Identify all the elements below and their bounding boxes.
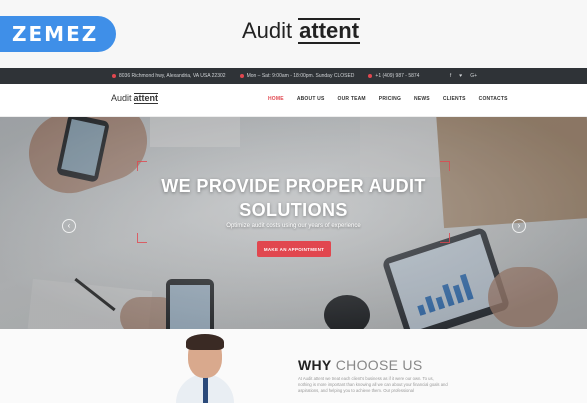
- facebook-icon[interactable]: f: [450, 73, 451, 79]
- nav-item-our-team[interactable]: OUR TEAM: [338, 96, 366, 102]
- screenshot-stage: ZEMEZ Audit attent 8036 Richmond hwy, Al…: [0, 0, 587, 403]
- site-logo-part1: Audit: [111, 93, 132, 103]
- nav-item-pricing[interactable]: PRICING: [379, 96, 401, 102]
- nav-item-news[interactable]: NEWS: [414, 96, 430, 102]
- address-text: 8036 Richmond hwy, Alexandria, VA USA 22…: [119, 73, 226, 79]
- hours-item: Mon – Sat: 9:00am - 18:00pm. Sunday CLOS…: [239, 73, 355, 79]
- nav-item-contacts[interactable]: CONTACTS: [479, 96, 508, 102]
- hero-subtitle: Optimize audit costs using our years of …: [226, 223, 361, 229]
- phone-text: +1 (409) 987 - 5874: [375, 73, 420, 79]
- hero-slider: WE PROVIDE PROPER AUDIT SOLUTIONS Optimi…: [0, 117, 587, 329]
- make-appointment-button[interactable]: MAKE AN APPOINTMENT: [257, 241, 331, 257]
- why-choose-us-text: At Audit attent we treat each client's b…: [298, 376, 448, 393]
- why-title-bold: WHY: [298, 357, 332, 373]
- slider-prev-icon[interactable]: ‹: [62, 219, 76, 233]
- nav-item-home[interactable]: HOME: [268, 96, 284, 102]
- brand-title-part1: Audit: [242, 18, 293, 43]
- brand-title-part2: attent: [298, 18, 361, 44]
- google-plus-icon[interactable]: G+: [470, 73, 477, 79]
- hours-text: Mon – Sat: 9:00am - 18:00pm. Sunday CLOS…: [246, 73, 355, 79]
- phone-icon: [368, 74, 373, 78]
- address-item: 8036 Richmond hwy, Alexandria, VA USA 22…: [112, 73, 226, 79]
- zemez-logo-badge[interactable]: ZEMEZ: [0, 16, 116, 52]
- zemez-logo-text: ZEMEZ: [12, 22, 99, 46]
- contact-topbar: 8036 Richmond hwy, Alexandria, VA USA 22…: [0, 68, 587, 84]
- social-links: f ♥ G+: [450, 73, 477, 79]
- slider-next-icon[interactable]: ›: [512, 219, 526, 233]
- nav-item-clients[interactable]: CLIENTS: [443, 96, 466, 102]
- hero-title-line2: SOLUTIONS: [239, 200, 348, 220]
- why-choose-us-section: WHY CHOOSE US At Audit attent we treat e…: [0, 329, 587, 403]
- consultant-photo: [176, 334, 234, 403]
- hero-title-line1: WE PROVIDE PROPER AUDIT: [161, 176, 426, 196]
- nav-menu: HOME ABOUT US OUR TEAM PRICING NEWS CLIE…: [268, 96, 508, 102]
- location-icon: [112, 74, 116, 78]
- site-preview: 8036 Richmond hwy, Alexandria, VA USA 22…: [0, 68, 587, 403]
- nav-item-about-us[interactable]: ABOUT US: [297, 96, 325, 102]
- main-navbar: Audit attent HOME ABOUT US OUR TEAM PRIC…: [0, 84, 587, 117]
- site-logo[interactable]: Audit attent: [111, 93, 159, 104]
- phone-item[interactable]: +1 (409) 987 - 5874: [368, 73, 419, 79]
- site-logo-part2: attent: [133, 93, 159, 104]
- why-title-light: CHOOSE US: [335, 357, 423, 373]
- template-brand-title: Audit attent: [242, 18, 361, 44]
- clock-icon: [239, 74, 244, 78]
- why-choose-us-heading: WHY CHOOSE US: [298, 357, 422, 373]
- heart-icon[interactable]: ♥: [459, 73, 462, 79]
